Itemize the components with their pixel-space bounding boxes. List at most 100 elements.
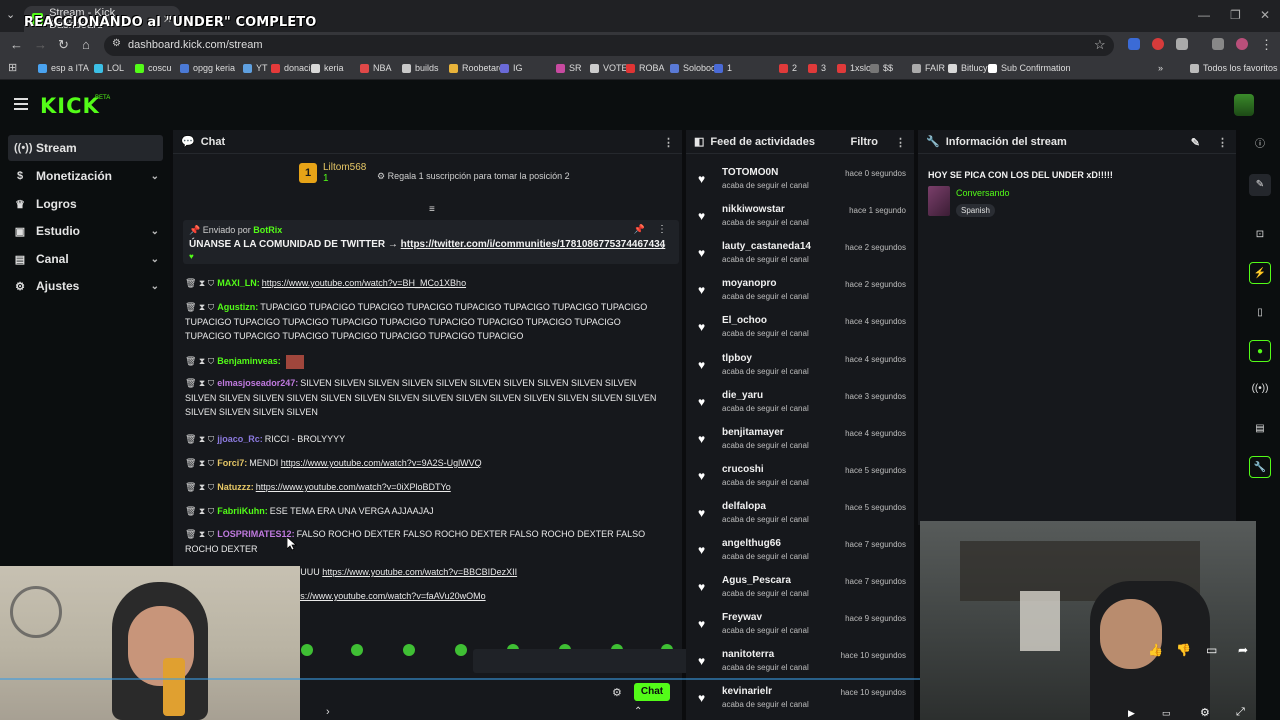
feed-item[interactable]: ♥ crucoshi acaba de seguir el canal hace 5 … bbox=[694, 463, 914, 497]
sidebar-item-ajustes[interactable]: ⚙ Ajustes ⌄ bbox=[8, 273, 163, 299]
extension-icon[interactable] bbox=[1128, 38, 1140, 50]
feed-username[interactable]: benjitamayer bbox=[722, 427, 784, 438]
chat-link[interactable]: https://www.youtube.com/watch?v=BH_MCo1X… bbox=[262, 278, 466, 288]
document-icon[interactable]: ▯ bbox=[1249, 302, 1271, 324]
chat-bubble-icon[interactable]: ● bbox=[1249, 340, 1271, 362]
emote-button[interactable] bbox=[455, 644, 467, 656]
feed-item[interactable]: ♥ nikkiwowstar acaba de seguir el canal hac… bbox=[694, 203, 914, 237]
stream-info-options-icon[interactable]: ⋮ bbox=[1217, 136, 1228, 149]
moderation-actions-icon[interactable]: 🗑 ⧗ ⛉ bbox=[185, 356, 214, 366]
kick-logo[interactable]: KICK bbox=[40, 94, 100, 118]
reload-icon[interactable]: ↻ bbox=[58, 37, 69, 53]
moderation-actions-icon[interactable]: 🗑 ⧗ ⛉ bbox=[185, 458, 214, 468]
emote-button[interactable] bbox=[301, 644, 313, 656]
info-icon[interactable]: ⓘ bbox=[1249, 134, 1271, 156]
chat-username[interactable]: Natuzzz: bbox=[217, 482, 254, 492]
filter-button[interactable]: Filtro bbox=[851, 136, 879, 148]
emote-button[interactable] bbox=[351, 644, 363, 656]
chat-username[interactable]: Agustizn: bbox=[217, 302, 258, 312]
feed-username[interactable]: crucoshi bbox=[722, 464, 764, 475]
sidebar-item-estudio[interactable]: ▣ Estudio ⌄ bbox=[8, 218, 163, 244]
bookmark-item[interactable]: SR bbox=[556, 63, 582, 73]
feed-item[interactable]: ♥ benjitamayer acaba de seguir el canal hac… bbox=[694, 426, 914, 460]
back-icon[interactable]: ← bbox=[10, 37, 23, 52]
user-avatar[interactable] bbox=[1234, 94, 1254, 116]
filter-icon[interactable]: ≡ bbox=[429, 204, 435, 215]
chevron-down-icon[interactable]: ⌄ bbox=[659, 240, 667, 251]
feed-username[interactable]: Agus_Pescara bbox=[722, 575, 791, 586]
gift-sub-prompt[interactable]: ⚙ Regala 1 suscripción para tomar la pos… bbox=[377, 171, 570, 182]
bookmark-item[interactable]: coscu bbox=[135, 63, 172, 73]
chat-username[interactable]: LOSPRIMATES12: bbox=[217, 529, 294, 539]
feed-item[interactable]: ♥ angelthug66 acaba de seguir el canal hace… bbox=[694, 537, 914, 571]
forward-icon[interactable]: → bbox=[34, 37, 47, 52]
site-info-icon[interactable]: ⚙ bbox=[112, 38, 121, 49]
layers-icon[interactable]: ▤ bbox=[1249, 418, 1271, 440]
edit-pencil-icon[interactable]: ✎ bbox=[1249, 174, 1271, 196]
moderation-actions-icon[interactable]: 🗑 ⧗ ⛉ bbox=[185, 378, 214, 388]
play-icon[interactable]: ▶ bbox=[1128, 708, 1135, 719]
bookmark-item[interactable]: esp a ITA bbox=[38, 63, 89, 73]
wrench-icon[interactable]: 🔧 bbox=[1249, 456, 1271, 478]
moderation-actions-icon[interactable]: 🗑 ⧗ ⛉ bbox=[185, 529, 214, 539]
broadcast-icon[interactable]: ((•)) bbox=[1249, 378, 1271, 400]
moderation-actions-icon[interactable]: 🗑 ⧗ ⛉ bbox=[185, 278, 214, 288]
bookmark-item[interactable]: LOL bbox=[94, 63, 124, 73]
bookmark-item[interactable]: ROBA bbox=[626, 63, 665, 73]
feed-username[interactable]: kevinarielr bbox=[722, 686, 772, 697]
share-icon[interactable]: ➦ bbox=[1238, 643, 1248, 657]
unpin-icon[interactable]: 📌 bbox=[634, 224, 645, 235]
chat-options-icon[interactable]: ⋮ bbox=[663, 136, 674, 149]
bookmark-item[interactable]: FAIR bbox=[912, 63, 945, 73]
feed-username[interactable]: nikkiwowstar bbox=[722, 204, 785, 215]
bookmark-item[interactable]: keria bbox=[311, 63, 344, 73]
stream-category[interactable]: Conversando bbox=[956, 188, 1010, 198]
bookmark-item[interactable]: opgg keria bbox=[180, 63, 235, 73]
feed-item[interactable]: ♥ Agus_Pescara acaba de seguir el canal hac… bbox=[694, 574, 914, 608]
browser-menu-icon[interactable]: ⋮ bbox=[1260, 37, 1273, 53]
minimize-icon[interactable]: — bbox=[1198, 8, 1210, 22]
chat-link[interactable]: https://www.youtube.com/watch?v=faAVu20w… bbox=[285, 591, 485, 601]
all-bookmarks-folder[interactable]: Todos los favoritos bbox=[1190, 63, 1278, 73]
pinned-options-icon[interactable]: ⋮ bbox=[657, 224, 667, 235]
sidebar-item-canal[interactable]: ▤ Canal ⌄ bbox=[8, 246, 163, 272]
moderation-actions-icon[interactable]: 🗑 ⧗ ⛉ bbox=[185, 434, 214, 444]
bookmark-item[interactable]: 3 bbox=[808, 63, 826, 73]
top-gifter[interactable]: 1 Liltom568 1 bbox=[299, 162, 366, 184]
edit-pencil-icon[interactable]: ✎ bbox=[1191, 136, 1200, 149]
feed-username[interactable]: delfalopa bbox=[722, 501, 766, 512]
hamburger-menu-icon[interactable] bbox=[14, 98, 28, 110]
feed-item[interactable]: ♥ lauty_castaneda14 acaba de seguir el can… bbox=[694, 240, 914, 274]
feed-username[interactable]: Freywav bbox=[722, 612, 762, 623]
feed-item[interactable]: ♥ TOTOMO0N acaba de seguir el canal hace 0 … bbox=[694, 166, 914, 200]
feed-username[interactable]: lauty_castaneda14 bbox=[722, 241, 811, 252]
sidebar-item-monetizacion[interactable]: $ Monetización ⌄ bbox=[8, 163, 163, 189]
feed-options-icon[interactable]: ⋮ bbox=[895, 136, 906, 149]
crop-icon[interactable]: ⊡ bbox=[1249, 224, 1271, 246]
bookmark-star-icon[interactable]: ☆ bbox=[1094, 37, 1106, 53]
chat-send-button[interactable]: Chat bbox=[634, 683, 670, 701]
apps-grid-icon[interactable]: ⊞ bbox=[8, 61, 17, 74]
feed-item[interactable]: ♥ kevinarielr acaba de seguir el canal hace… bbox=[694, 685, 914, 719]
feed-item[interactable]: ♥ Freywav acaba de seguir el canal hace 9 s… bbox=[694, 611, 914, 645]
chat-link[interactable]: https://www.youtube.com/watch?v=BBCBIDez… bbox=[322, 567, 517, 577]
feed-username[interactable]: nanitoterra bbox=[722, 649, 774, 660]
chat-link[interactable]: https://www.youtube.com/watch?v=0iXPloBD… bbox=[256, 482, 451, 492]
bookmark-item[interactable]: IG bbox=[500, 63, 523, 73]
chevron-right-icon[interactable]: › bbox=[326, 706, 330, 718]
feed-item[interactable]: ♥ moyanopro acaba de seguir el canal hace 2… bbox=[694, 277, 914, 311]
tab-dropdown-icon[interactable]: ⌄ bbox=[6, 8, 15, 21]
chat-link[interactable]: https://www.youtube.com/watch?v=9A2S-Ugl… bbox=[281, 458, 482, 468]
feed-item[interactable]: ♥ El_ochoo acaba de seguir el canal hace 4 … bbox=[694, 314, 914, 348]
emote-button[interactable] bbox=[403, 644, 415, 656]
chat-username[interactable]: Forci7: bbox=[217, 458, 247, 468]
sidebar-item-stream[interactable]: ((•)) Stream bbox=[8, 135, 163, 161]
feed-username[interactable]: moyanopro bbox=[722, 278, 776, 289]
chat-username[interactable]: FabriiKuhn: bbox=[217, 506, 268, 516]
chat-username[interactable]: jjoaco_Rc: bbox=[217, 434, 263, 444]
chat-username[interactable]: Benjaminveas: bbox=[217, 356, 281, 366]
fullscreen-icon[interactable]: ⤢ bbox=[1236, 706, 1245, 719]
feed-item[interactable]: ♥ delfalopa acaba de seguir el canal hace 5… bbox=[694, 500, 914, 534]
puzzle-extensions-icon[interactable] bbox=[1176, 38, 1188, 50]
extension-icon[interactable] bbox=[1152, 38, 1164, 50]
